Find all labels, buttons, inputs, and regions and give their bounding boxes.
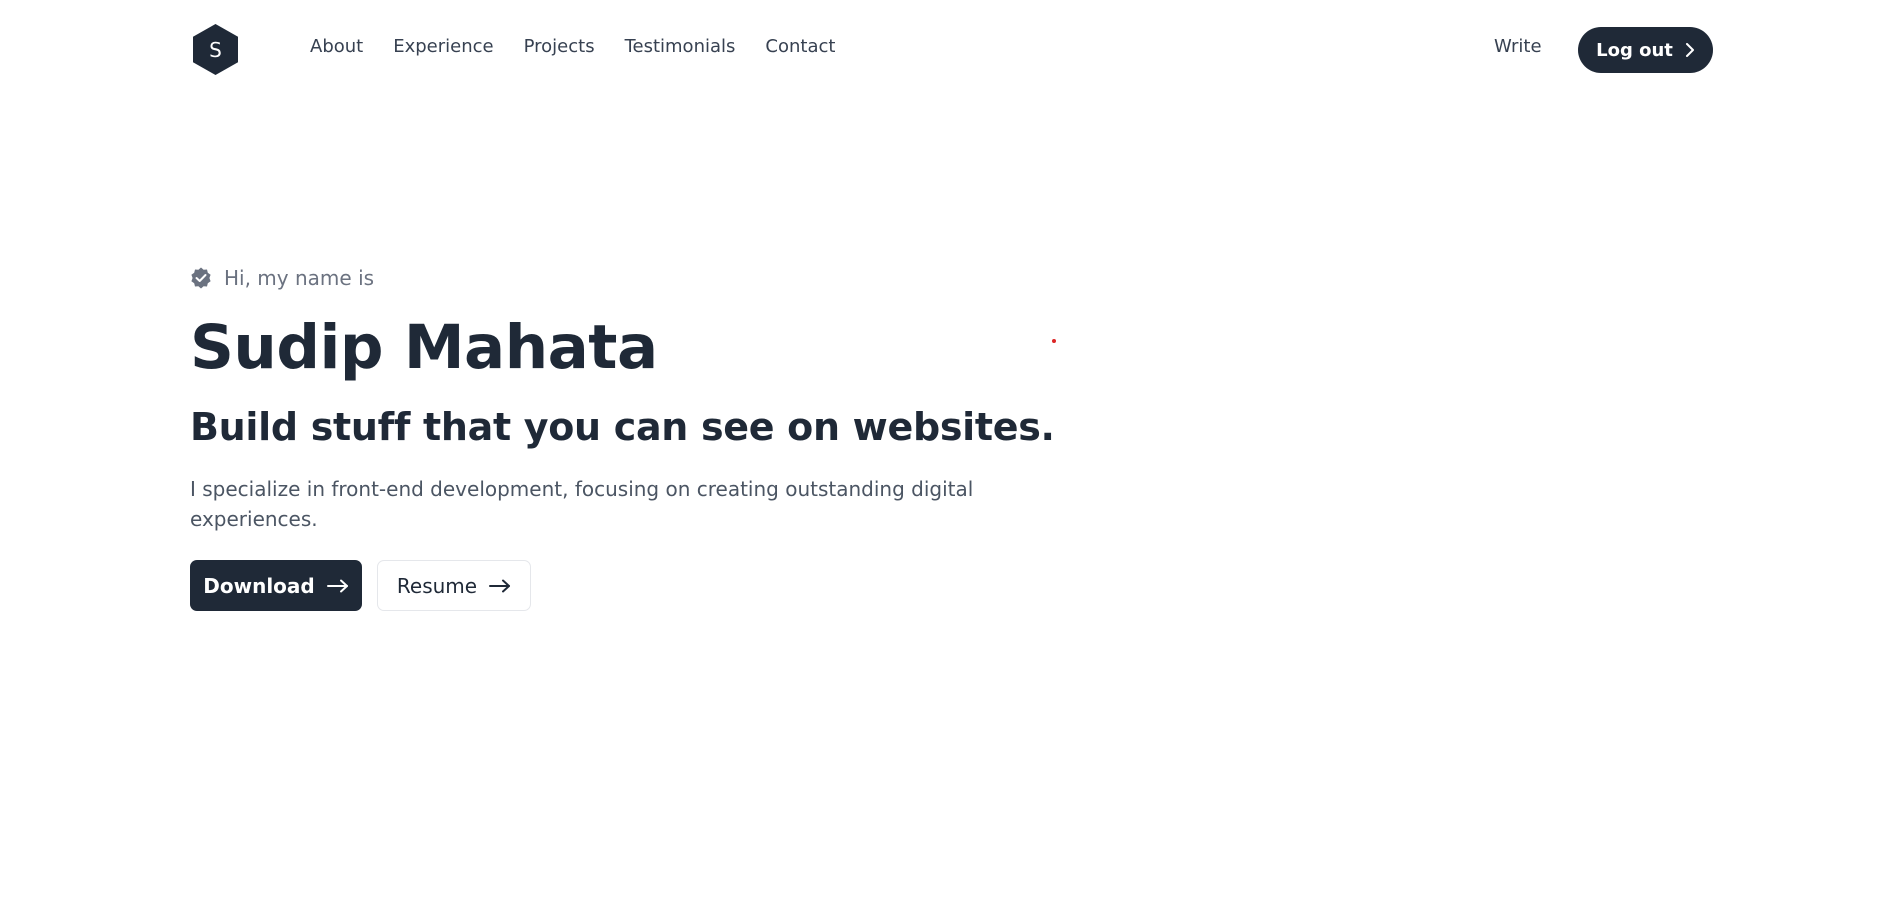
nav-experience[interactable]: Experience	[393, 36, 493, 57]
download-label: Download	[203, 573, 315, 598]
arrow-right-icon	[489, 579, 511, 593]
logout-button[interactable]: Log out	[1578, 27, 1713, 73]
intro-line: Hi, my name is	[190, 266, 374, 290]
nav-projects[interactable]: Projects	[524, 36, 595, 57]
nav-testimonials[interactable]: Testimonials	[625, 36, 736, 57]
arrow-right-icon	[326, 579, 349, 593]
accent-dot	[1052, 339, 1056, 343]
logo-letter: S	[209, 37, 222, 62]
intro-text: Hi, my name is	[224, 266, 375, 290]
nav-contact[interactable]: Contact	[765, 36, 835, 57]
site-header: S About Experience Projects Testimonials…	[0, 0, 1898, 100]
write-link[interactable]: Write	[1494, 36, 1542, 57]
nav-about[interactable]: About	[310, 36, 363, 57]
chevron-right-icon	[1685, 43, 1695, 57]
hero-tagline: Build stuff that you can see on websites…	[190, 405, 1055, 449]
logout-label: Log out	[1596, 39, 1673, 61]
verified-check-icon	[190, 267, 212, 289]
hero-name: Sudip Mahata	[190, 312, 658, 383]
download-button[interactable]: Download	[190, 560, 362, 611]
logo[interactable]: S	[190, 24, 241, 75]
resume-label: Resume	[396, 573, 478, 598]
main-nav: About Experience Projects Testimonials C…	[310, 36, 865, 57]
hero-description: I specialize in front-end development, f…	[190, 477, 974, 531]
resume-button[interactable]: Resume	[377, 560, 531, 611]
